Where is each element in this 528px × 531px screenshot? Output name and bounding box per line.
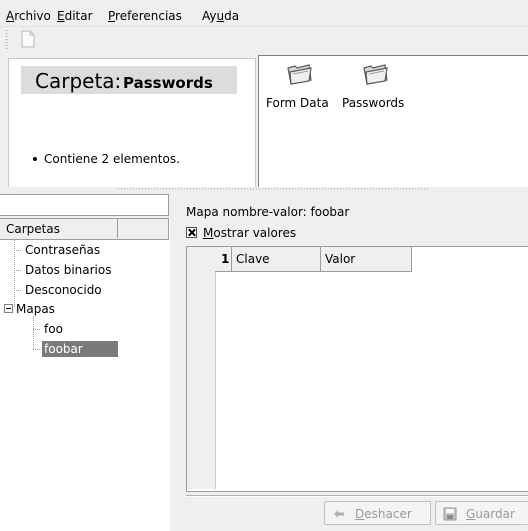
show-values-label[interactable]: Mostrar valores xyxy=(203,226,296,240)
folder-icon[interactable] xyxy=(361,62,389,86)
undo-button-label: Deshacer xyxy=(355,507,412,521)
bullet-icon xyxy=(33,157,37,161)
tree-item-datos-binarios[interactable]: Datos binarios xyxy=(25,263,111,277)
column-separator[interactable] xyxy=(320,247,321,271)
toolbar xyxy=(0,26,528,55)
floppy-disk-icon xyxy=(443,507,457,521)
menubar: Archivo Editar Preferencias Ayuda xyxy=(0,0,528,26)
tree-item-desconocido[interactable]: Desconocido xyxy=(25,283,102,297)
folder-description: Contiene 2 elementos. xyxy=(44,152,180,166)
undo-arrow-icon xyxy=(332,507,346,521)
tree-line xyxy=(33,316,34,350)
tree-item-foo[interactable]: foo xyxy=(44,322,63,336)
tree-item-foobar[interactable]: foobar xyxy=(44,342,83,356)
tree-header-separator[interactable] xyxy=(117,218,118,238)
folder-icon[interactable] xyxy=(285,62,313,86)
bottom-separator xyxy=(186,495,528,497)
tree-line xyxy=(33,349,41,350)
menu-ayuda[interactable]: Ayuda xyxy=(202,9,239,23)
key-value-table[interactable] xyxy=(186,246,528,492)
splitter-handle[interactable] xyxy=(118,188,430,190)
tree-item-contrasenas[interactable]: Contraseñas xyxy=(25,243,100,257)
column-header-valor[interactable]: Valor xyxy=(325,252,355,266)
undo-button[interactable]: Deshacer xyxy=(324,501,431,525)
folder-title-name: Passwords xyxy=(123,74,213,92)
menu-archivo[interactable]: Archivo xyxy=(6,9,51,23)
icon-label-form-data[interactable]: Form Data xyxy=(266,96,329,110)
map-title: Mapa nombre-valor: foobar xyxy=(186,205,350,219)
tree-line xyxy=(14,250,22,251)
menu-editar[interactable]: Editar xyxy=(57,9,93,23)
column-header-row-number[interactable]: 1 xyxy=(221,252,229,266)
tree-line xyxy=(14,290,22,291)
save-button[interactable]: Guardar xyxy=(435,501,528,525)
icon-label-passwords[interactable]: Passwords xyxy=(342,96,404,110)
show-values-checkbox[interactable] xyxy=(186,227,197,238)
menu-preferencias[interactable]: Preferencias xyxy=(108,9,182,23)
tree-header-label: Carpetas xyxy=(6,222,60,236)
row-number-gutter xyxy=(187,247,216,489)
tree-item-mapas[interactable]: Mapas xyxy=(16,302,55,316)
tree-line xyxy=(33,329,41,330)
new-document-icon[interactable] xyxy=(20,30,36,48)
tree-search-input[interactable] xyxy=(0,194,169,216)
column-separator[interactable] xyxy=(231,247,232,271)
column-header-clave[interactable]: Clave xyxy=(236,252,270,266)
folder-title-prefix: Carpeta: xyxy=(35,69,122,93)
collapse-icon[interactable] xyxy=(4,304,13,313)
toolbar-grip[interactable] xyxy=(5,30,8,50)
tree-line xyxy=(14,270,22,271)
save-button-label: Guardar xyxy=(466,507,515,521)
